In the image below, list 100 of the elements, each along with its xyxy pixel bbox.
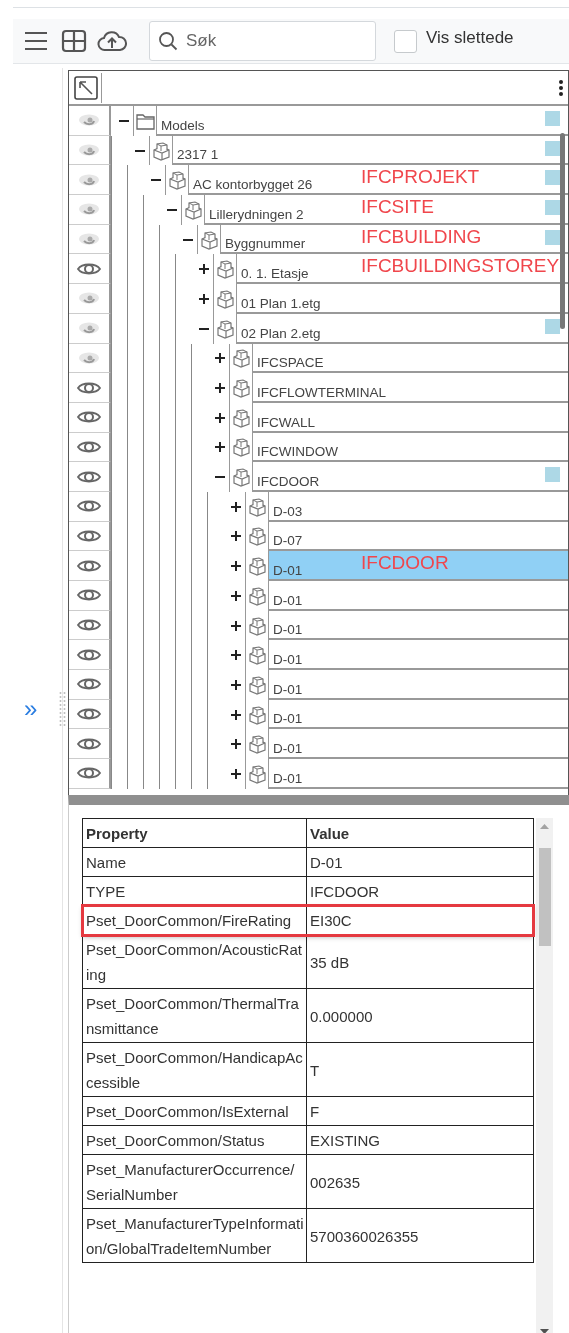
table-cell: TYPE bbox=[83, 877, 307, 905]
tree-row[interactable]: IFCDOOR bbox=[252, 462, 568, 492]
expand-toggle[interactable] bbox=[230, 738, 242, 751]
tree-node-label: IFCFLOWTERMINAL bbox=[257, 384, 386, 401]
expand-toggle[interactable] bbox=[230, 619, 242, 632]
expand-panel-button[interactable]: » bbox=[24, 695, 38, 723]
tree-node-label: D-01 bbox=[273, 592, 303, 609]
tree-node-label: Lillerydningen 2 bbox=[209, 206, 304, 223]
table-cell-text: EI30C bbox=[309, 911, 353, 931]
cube-icon bbox=[231, 437, 251, 458]
tree-row[interactable]: D-01 bbox=[268, 640, 568, 671]
table-cell-text: 35 dB bbox=[309, 952, 351, 973]
tree-node-label: 02 Plan 2.etg bbox=[241, 325, 321, 342]
scrollbar-thumb[interactable] bbox=[539, 848, 551, 946]
tree-node-label: Byggnummer bbox=[225, 236, 306, 253]
table-cell: Pset_DoorCommon/AcousticRating bbox=[83, 935, 307, 988]
grid-icon[interactable] bbox=[61, 29, 87, 53]
tree-row[interactable]: D-01 bbox=[268, 729, 568, 760]
tree-node-label: IFCDOOR bbox=[257, 473, 320, 490]
expand-toggle[interactable] bbox=[230, 767, 242, 780]
annotation-label: IFCPROJEKT bbox=[361, 166, 480, 189]
pick-arrow-button[interactable] bbox=[74, 75, 98, 100]
table-cell-text: 0.000000 bbox=[309, 1006, 374, 1027]
tree-row[interactable]: D-03 bbox=[268, 491, 568, 522]
column-header: Property bbox=[83, 819, 307, 847]
table-cell: Pset_DoorCommon/FireRating bbox=[83, 906, 307, 934]
table-cell-text: 5700360026355 bbox=[309, 1226, 420, 1247]
table-cell-text: EXISTING bbox=[309, 1131, 381, 1151]
tree-row[interactable]: IFCFLOWTERMINAL bbox=[252, 373, 568, 403]
expand-toggle[interactable] bbox=[230, 708, 242, 721]
tree-node-label: IFCWINDOW bbox=[257, 444, 338, 461]
scrollbar-thumb[interactable] bbox=[560, 133, 565, 329]
tree-node-label: D-07 bbox=[273, 533, 303, 550]
table-cell-text: D-01 bbox=[309, 853, 344, 873]
table-cell-text: 002635 bbox=[309, 1172, 362, 1193]
cube-icon bbox=[231, 378, 251, 399]
tree-node-label: 01 Plan 1.etg bbox=[241, 295, 321, 312]
table-cell-text: T bbox=[309, 1060, 321, 1081]
tree-node-label: IFCWALL bbox=[257, 414, 315, 431]
table-cell: Pset_DoorCommon/ThermalTransmittance bbox=[83, 989, 307, 1042]
tree-row[interactable]: D-01 bbox=[268, 581, 568, 611]
table-cell: Pset_DoorCommon/Status bbox=[83, 1126, 307, 1154]
expand-toggle[interactable] bbox=[230, 560, 242, 573]
tree-row[interactable]: Models bbox=[156, 106, 568, 136]
search-icon bbox=[158, 31, 178, 51]
expand-toggle[interactable] bbox=[214, 382, 226, 395]
search-field[interactable]: Søk bbox=[149, 21, 376, 61]
expand-toggle[interactable] bbox=[230, 589, 242, 602]
tree-node-label: D-01 bbox=[273, 622, 303, 639]
expand-toggle[interactable] bbox=[230, 678, 242, 691]
cloud-upload-icon[interactable] bbox=[97, 29, 127, 53]
tree-row[interactable]: IFCWALL bbox=[252, 402, 568, 433]
cube-icon bbox=[247, 645, 267, 666]
more-options-icon[interactable] bbox=[558, 78, 564, 97]
expand-toggle[interactable] bbox=[230, 530, 242, 543]
cube-icon bbox=[215, 259, 235, 280]
expand-toggle[interactable] bbox=[214, 352, 226, 365]
table-cell-text: IFCDOOR bbox=[309, 882, 381, 902]
cube-icon bbox=[247, 556, 267, 577]
tree-node-label: AC kontorbygget 26 bbox=[193, 177, 313, 194]
menu-icon[interactable] bbox=[23, 30, 49, 52]
table-cell: Pset_ManufacturerOccurrence/SerialNumber bbox=[83, 1155, 307, 1208]
tree-row[interactable]: 02 Plan 2.etg bbox=[236, 313, 568, 344]
expand-toggle[interactable] bbox=[214, 441, 226, 454]
cube-icon bbox=[215, 318, 235, 339]
annotation-label: IFCBUILDINGSTOREY bbox=[361, 255, 560, 278]
table-cell: Pset_DoorCommon/HandicapAccessible bbox=[83, 1043, 307, 1096]
tree-node-label: D-01 bbox=[273, 681, 303, 698]
table-cell: Pset_ManufacturerTypeInformation/GlobalTradeItemNumber bbox=[83, 1209, 307, 1262]
expand-toggle[interactable] bbox=[198, 263, 210, 276]
tree-node-label: Models bbox=[161, 117, 205, 134]
annotation-label: IFCSITE bbox=[361, 196, 434, 219]
expand-toggle[interactable] bbox=[230, 649, 242, 662]
tree-row[interactable]: D-01 bbox=[268, 759, 568, 789]
cube-icon bbox=[247, 734, 267, 755]
annotation-label: IFCDOOR bbox=[361, 552, 449, 575]
tree-row[interactable]: D-01 bbox=[268, 610, 568, 641]
expand-toggle[interactable] bbox=[230, 500, 242, 513]
expand-toggle[interactable] bbox=[198, 292, 210, 305]
cube-icon bbox=[183, 199, 203, 220]
drag-handle-icon[interactable] bbox=[59, 691, 66, 729]
cube-icon bbox=[247, 585, 267, 606]
cube-icon bbox=[231, 467, 251, 488]
cube-icon bbox=[247, 763, 267, 784]
tree-node-label: D-03 bbox=[273, 503, 303, 520]
tree-row[interactable]: D-01 IFCDOOR bbox=[268, 551, 568, 581]
table-cell: Pset_DoorCommon/IsExternal bbox=[83, 1097, 307, 1125]
checkbox[interactable] bbox=[394, 29, 417, 53]
annotation-label: IFCBUILDING bbox=[361, 225, 482, 248]
cube-icon bbox=[247, 704, 267, 725]
cube-icon bbox=[247, 615, 267, 636]
tree-row[interactable]: D-01 bbox=[268, 699, 568, 730]
tree-row[interactable]: IFCWINDOW bbox=[252, 432, 568, 463]
checkbox-label: Vis slettede bbox=[426, 28, 514, 48]
tree-row[interactable]: D-01 bbox=[268, 670, 568, 700]
cube-icon bbox=[231, 407, 251, 428]
cube-icon bbox=[231, 348, 251, 369]
expand-toggle[interactable] bbox=[214, 411, 226, 424]
tree-row[interactable]: IFCSPACE bbox=[252, 343, 568, 374]
tree-node-label: D-01 bbox=[273, 741, 303, 758]
